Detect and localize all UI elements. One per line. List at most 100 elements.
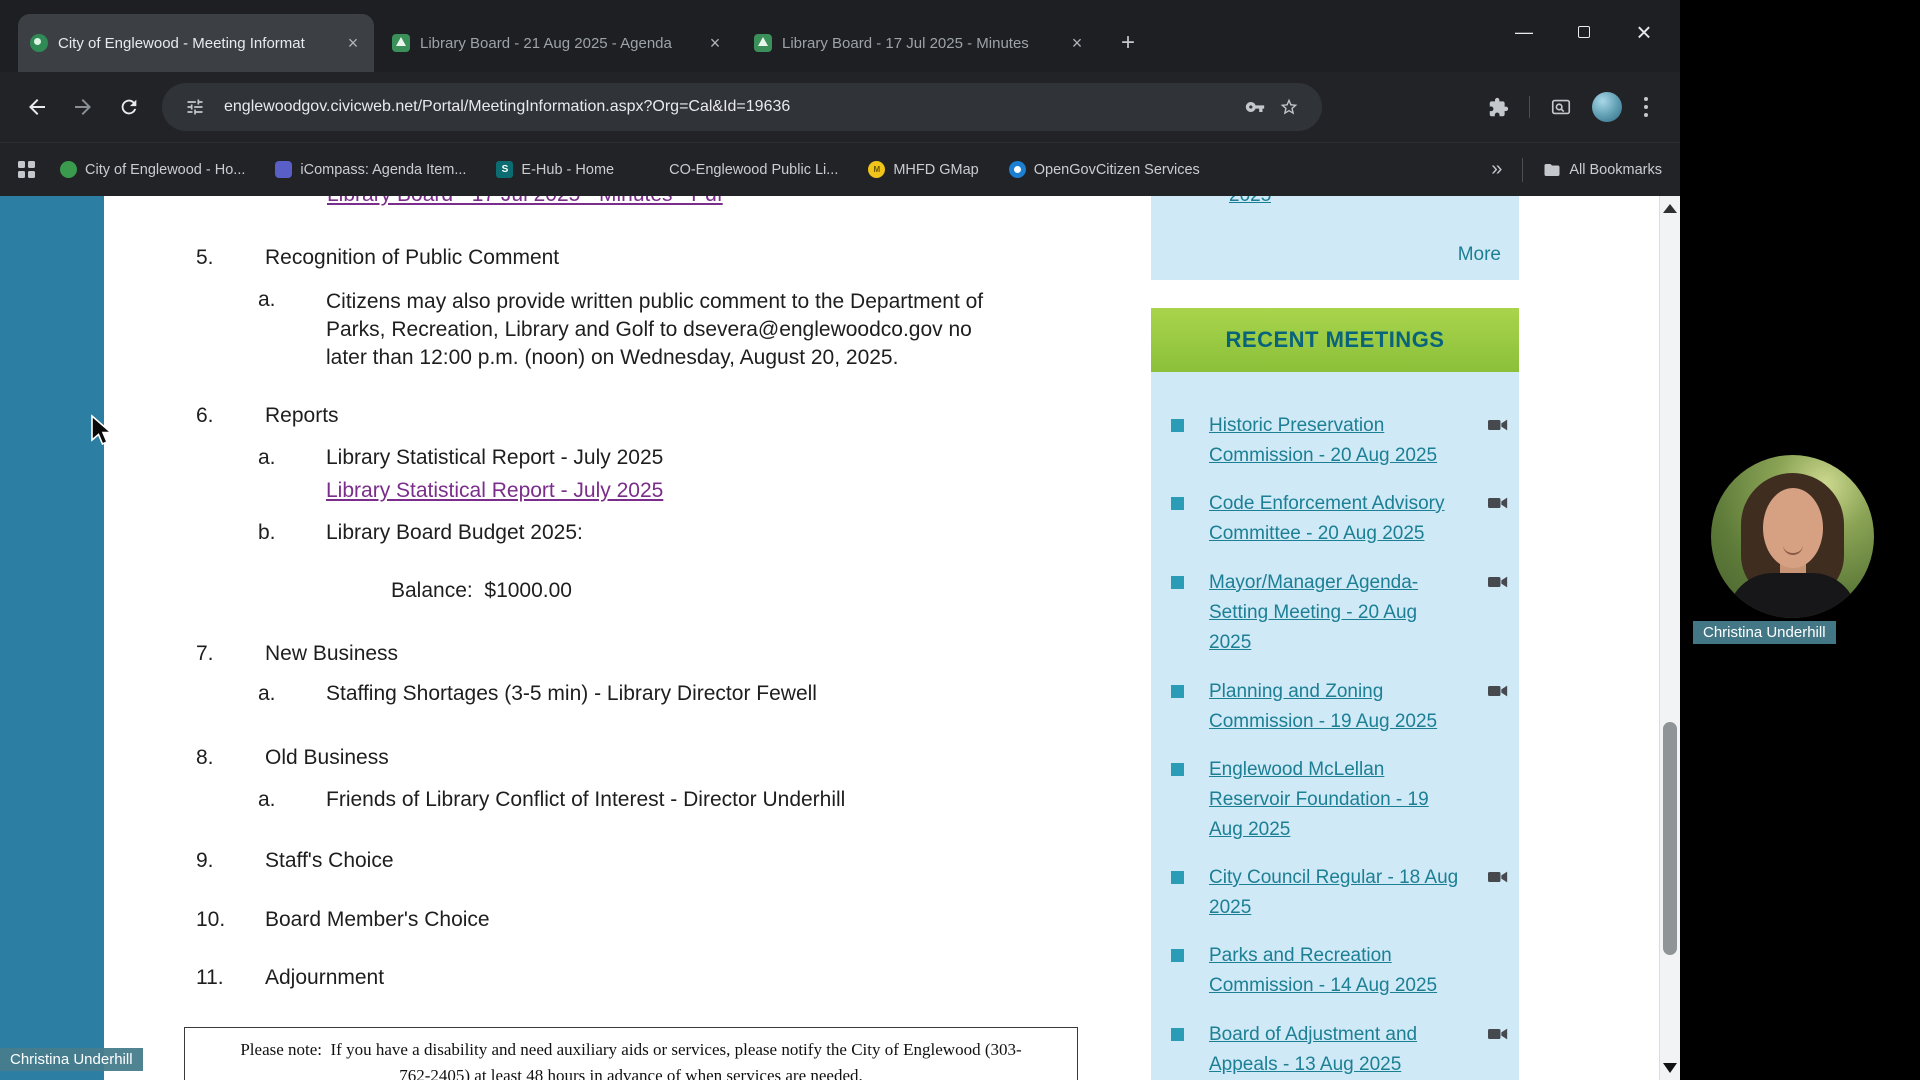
video-camera-icon[interactable] — [1488, 1027, 1508, 1046]
scroll-up-arrow[interactable] — [1663, 204, 1677, 213]
bookmark-icompass[interactable]: iCompass: Agenda Item... — [275, 161, 466, 178]
meeting-link[interactable]: City Council Regular - 18 Aug — [1209, 863, 1458, 893]
bullet-square-icon — [1171, 497, 1184, 510]
all-bookmarks-button[interactable]: All Bookmarks — [1543, 161, 1662, 179]
recent-meetings-list: Historic Preservation Commission - 20 Au… — [1151, 372, 1519, 1080]
tab-library-board-agenda[interactable]: Library Board - 21 Aug 2025 - Agenda × — [380, 14, 736, 72]
new-tab-button[interactable]: + — [1112, 27, 1144, 59]
agenda-letter: a. — [258, 288, 326, 372]
meeting-link[interactable]: Mayor/Manager Agenda- — [1209, 568, 1418, 598]
video-camera-icon[interactable] — [1488, 870, 1508, 889]
bookmark-favicon-icon — [644, 161, 661, 178]
bookmark-ehub[interactable]: S E-Hub - Home — [496, 161, 614, 178]
bookmark-favicon-icon — [275, 161, 292, 178]
clipped-top-link[interactable]: Library Board - 17 Jul 2025 - Minutes - … — [327, 196, 723, 208]
tab-title: City of Englewood - Meeting Informat — [58, 35, 336, 52]
webcam-video — [1711, 455, 1874, 618]
meeting-link[interactable]: Committee - 20 Aug 2025 — [1209, 519, 1445, 549]
bookmark-mhfd-gmap[interactable]: M MHFD GMap — [868, 161, 978, 178]
meeting-link[interactable]: Reservoir Foundation - 19 — [1209, 785, 1429, 815]
meeting-link[interactable]: Commission - 20 Aug 2025 — [1209, 441, 1437, 471]
maximize-button[interactable] — [1554, 10, 1614, 54]
minimize-button[interactable]: — — [1494, 10, 1554, 54]
password-key-icon[interactable] — [1238, 90, 1272, 124]
agenda-item-5: 5.Recognition of Public Comment — [196, 246, 559, 270]
toolbar-divider — [1529, 96, 1530, 118]
window-controls: — × — [1494, 10, 1674, 54]
paragraph-line: Parks, Recreation, Library and Golf to d… — [326, 316, 983, 344]
tab-close-icon[interactable]: × — [342, 32, 364, 54]
scrollbar-thumb[interactable] — [1663, 722, 1677, 955]
back-button[interactable] — [14, 84, 60, 130]
meeting-link[interactable]: Englewood McLellan — [1209, 755, 1429, 785]
menu-kebab-icon[interactable] — [1636, 95, 1656, 119]
meeting-link[interactable]: Board of Adjustment and — [1209, 1020, 1417, 1050]
back-icon — [25, 95, 49, 119]
meeting-link[interactable]: Parks and Recreation — [1209, 941, 1437, 971]
recent-meetings-title: RECENT MEETINGS — [1226, 327, 1445, 353]
paragraph-line: later than 12:00 p.m. (noon) on Wednesda… — [326, 344, 983, 372]
bookmark-opengov[interactable]: OpenGovCitizen Services — [1009, 161, 1200, 178]
agenda-letter: a. — [258, 446, 326, 470]
bookmark-co-englewood-library[interactable]: CO-Englewood Public Li... — [644, 161, 838, 178]
meeting-link[interactable]: 2025 — [1209, 893, 1458, 923]
all-bookmarks-label: All Bookmarks — [1569, 162, 1662, 178]
meeting-link[interactable]: Historic Preservation — [1209, 411, 1437, 441]
tab-close-icon[interactable]: × — [704, 32, 726, 54]
bookmarks-overflow-chevron[interactable]: » — [1491, 158, 1502, 181]
meeting-link[interactable]: 2025 — [1209, 628, 1418, 658]
video-camera-icon[interactable] — [1488, 684, 1508, 703]
paragraph-line: Citizens may also provide written public… — [326, 288, 983, 316]
meeting-link[interactable]: Commission - 19 Aug 2025 — [1209, 707, 1437, 737]
scroll-down-arrow[interactable] — [1663, 1063, 1677, 1073]
page-content: Library Board - 17 Jul 2025 - Minutes - … — [0, 196, 1680, 1080]
forward-button[interactable] — [60, 84, 106, 130]
meeting-link[interactable]: Aug 2025 — [1209, 815, 1429, 845]
bookmarks-right-cluster: » All Bookmarks — [1491, 158, 1662, 182]
agenda-subitem-text: Friends of Library Conflict of Interest … — [326, 788, 845, 812]
side-search-icon[interactable] — [1544, 90, 1578, 124]
bookmark-city-of-englewood[interactable]: City of Englewood - Ho... — [60, 161, 245, 178]
meeting-link[interactable]: Code Enforcement Advisory — [1209, 489, 1445, 519]
bookmark-favicon-icon — [1009, 161, 1026, 178]
site-info-icon[interactable] — [178, 90, 212, 124]
tab-meeting-information[interactable]: City of Englewood - Meeting Informat × — [18, 14, 374, 72]
profile-avatar[interactable] — [1592, 92, 1622, 122]
agenda-number: 9. — [196, 849, 265, 873]
reload-button[interactable] — [106, 84, 152, 130]
apps-grid-icon[interactable] — [18, 161, 36, 179]
bookmark-star-icon[interactable] — [1272, 90, 1306, 124]
meeting-link[interactable]: Setting Meeting - 20 Aug — [1209, 598, 1418, 628]
url-text[interactable]: englewoodgov.civicweb.net/Portal/Meeting… — [224, 98, 1238, 116]
bookmark-label: City of Englewood - Ho... — [85, 162, 245, 178]
webcam-name-label: Christina Underhill — [1693, 621, 1836, 644]
agenda-title: Staff's Choice — [265, 849, 394, 872]
note-line: Please note: If you have a disability an… — [185, 1037, 1077, 1063]
video-camera-icon[interactable] — [1488, 418, 1508, 437]
agenda-item-7: 7.New Business — [196, 642, 398, 666]
meeting-link[interactable]: Appeals - 13 Aug 2025 — [1209, 1050, 1417, 1080]
address-bar[interactable]: englewoodgov.civicweb.net/Portal/Meeting… — [162, 83, 1322, 131]
video-camera-icon[interactable] — [1488, 575, 1508, 594]
bookmark-favicon-icon: M — [868, 161, 885, 178]
agenda-item-9: 9.Staff's Choice — [196, 849, 394, 873]
clipped-link-fragment: 2025 — [1229, 196, 1271, 207]
extensions-icon[interactable] — [1481, 90, 1515, 124]
agenda-title: Reports — [265, 404, 339, 427]
meeting-link[interactable]: Commission - 14 Aug 2025 — [1209, 971, 1437, 1001]
video-camera-icon[interactable] — [1488, 496, 1508, 515]
tab-close-icon[interactable]: × — [1066, 32, 1088, 54]
mouse-cursor — [90, 414, 114, 448]
meeting-link[interactable]: Planning and Zoning — [1209, 677, 1437, 707]
tab-library-board-minutes[interactable]: Library Board - 17 Jul 2025 - Minutes × — [742, 14, 1098, 72]
close-button[interactable]: × — [1614, 10, 1674, 54]
forward-icon — [71, 95, 95, 119]
maximize-icon — [1578, 26, 1590, 38]
minutes-pdf-link[interactable]: Library Board - 17 Jul 2025 - Minutes - … — [327, 196, 723, 207]
agenda-item-6b: b. Library Board Budget 2025: — [258, 521, 583, 545]
agenda-letter: a. — [258, 682, 326, 706]
statistical-report-link[interactable]: Library Statistical Report - July 2025 — [326, 479, 663, 503]
agenda-number: 11. — [196, 966, 265, 990]
more-link[interactable]: More — [1458, 244, 1501, 266]
page-scrollbar[interactable] — [1659, 196, 1680, 1080]
